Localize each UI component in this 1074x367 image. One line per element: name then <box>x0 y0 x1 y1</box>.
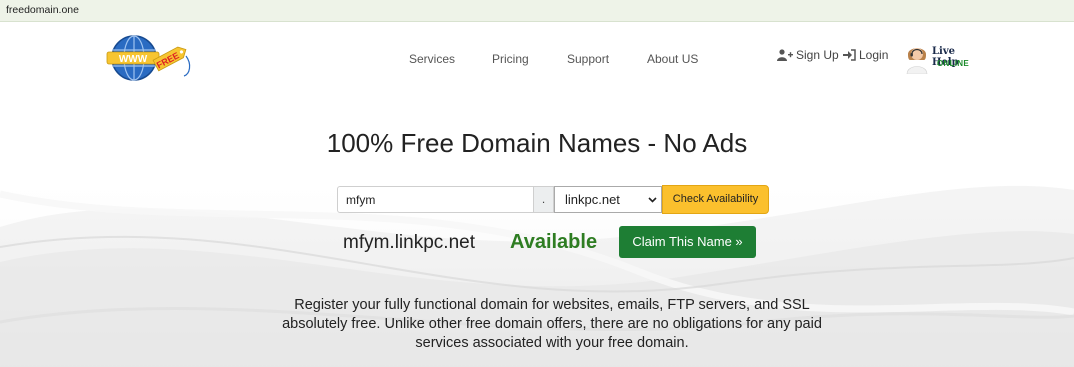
login-link[interactable]: Login <box>843 48 888 62</box>
support-agent-avatar <box>906 48 928 74</box>
tld-selected-value: linkpc.net <box>565 192 620 207</box>
user-plus-icon <box>777 49 793 61</box>
check-availability-button[interactable]: Check Availability <box>662 185 769 214</box>
nav-support[interactable]: Support <box>567 52 609 66</box>
nav-pricing[interactable]: Pricing <box>492 52 529 66</box>
browser-address-bar[interactable]: freedomain.one <box>0 0 1074 22</box>
page-headline: 100% Free Domain Names - No Ads <box>326 128 748 158</box>
sign-in-icon <box>843 49 856 61</box>
domain-search-input[interactable] <box>337 186 534 213</box>
signup-label: Sign Up <box>796 48 839 62</box>
chevron-down-icon <box>648 197 657 203</box>
live-help-widget[interactable]: Live Help ONLINE <box>905 42 985 76</box>
domain-separator: . <box>534 186 554 213</box>
freedomain-logo[interactable]: WWW FREE <box>106 34 192 82</box>
availability-status: Available <box>510 231 598 253</box>
tld-select[interactable]: linkpc.net <box>554 186 662 213</box>
live-help-status: ONLINE <box>937 59 970 68</box>
logo-www-text: WWW <box>119 54 148 65</box>
signup-link[interactable]: Sign Up <box>777 48 839 62</box>
browser-url[interactable]: freedomain.one <box>6 4 79 16</box>
login-label: Login <box>859 48 889 62</box>
claim-name-button[interactable]: Claim This Name » <box>619 226 756 258</box>
description-text: Register your fully functional domain fo… <box>282 297 822 351</box>
result-domain: mfym.linkpc.net <box>343 232 475 253</box>
nav-about-us[interactable]: About US <box>647 52 698 66</box>
page: WWW FREE Services Pricing Support About … <box>0 22 1074 367</box>
nav-services[interactable]: Services <box>409 52 455 66</box>
